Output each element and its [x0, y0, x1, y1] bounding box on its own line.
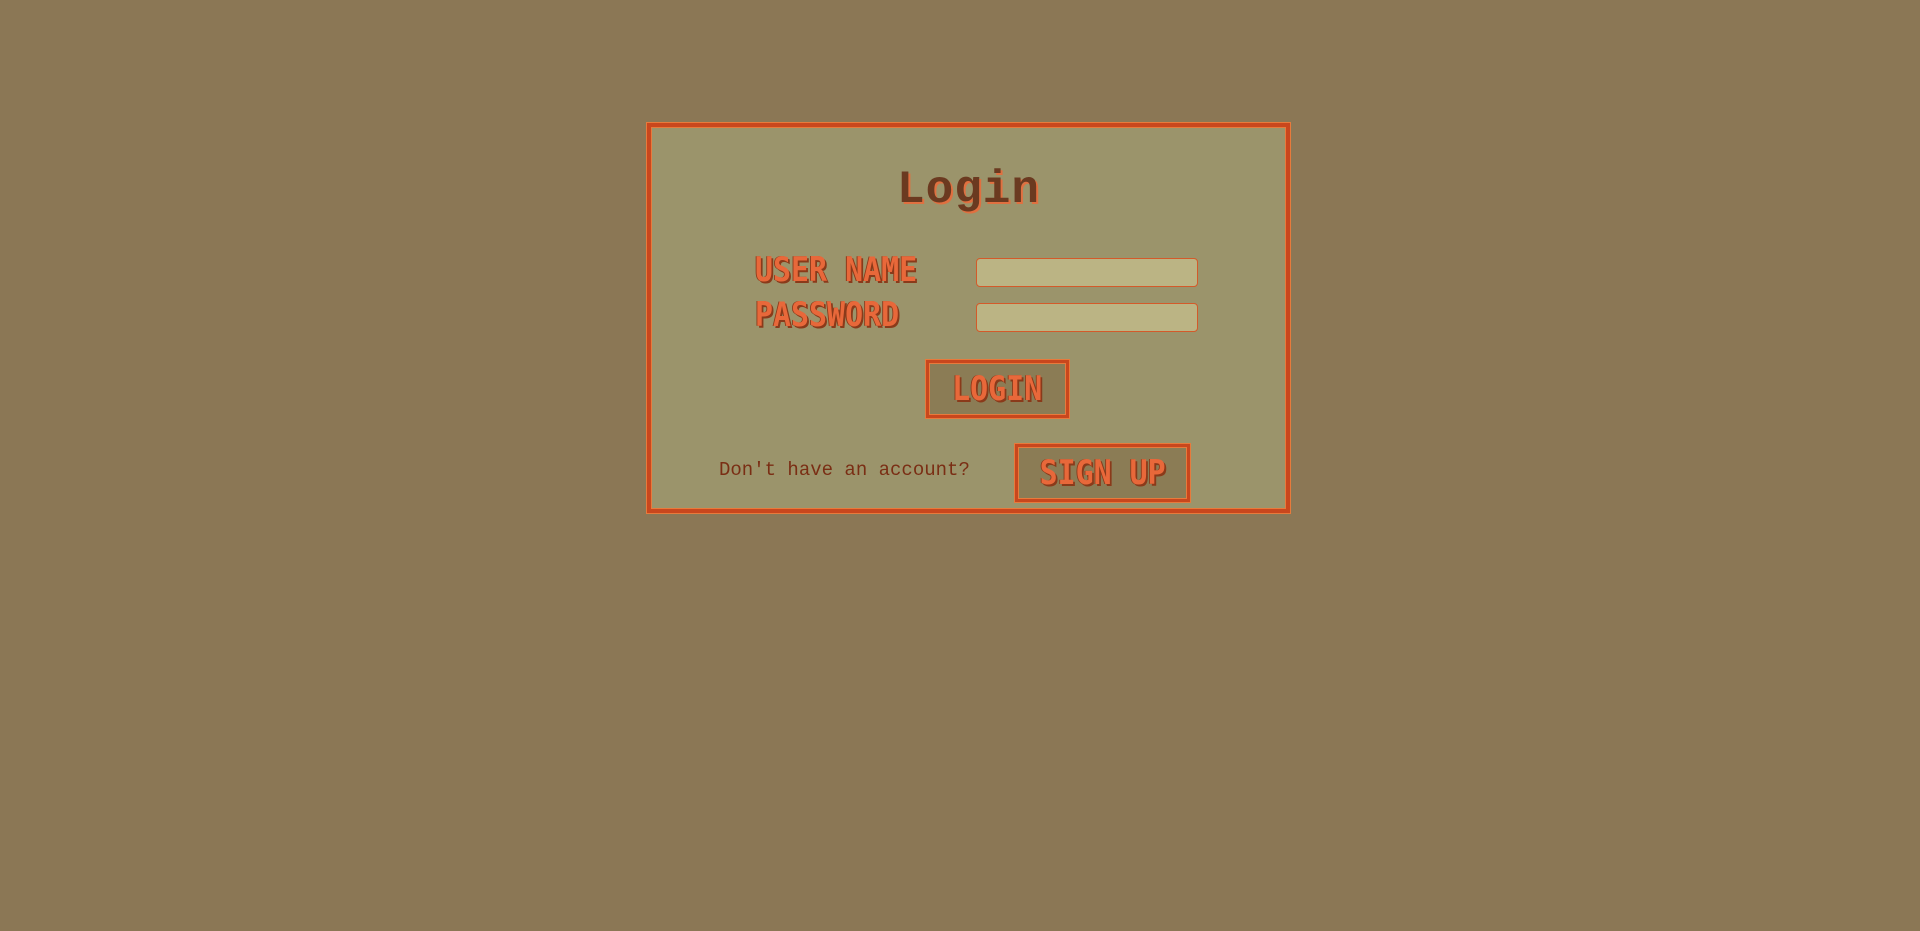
- login-button[interactable]: LOGIN: [926, 360, 1069, 418]
- signup-prompt: Don't have an account?: [719, 459, 970, 481]
- login-button-label: LOGIN: [952, 369, 1043, 409]
- username-label: USER NAME: [755, 250, 918, 290]
- signup-button[interactable]: SIGN UP: [1015, 444, 1190, 502]
- username-input[interactable]: [976, 258, 1198, 287]
- signup-button-label: SIGN UP: [1039, 453, 1166, 493]
- password-input[interactable]: [976, 303, 1198, 332]
- page-title: Login: [896, 164, 1041, 216]
- login-panel: Login USER NAME PASSWORD LOGIN Don't hav…: [647, 123, 1290, 513]
- password-label: PASSWORD: [755, 295, 900, 335]
